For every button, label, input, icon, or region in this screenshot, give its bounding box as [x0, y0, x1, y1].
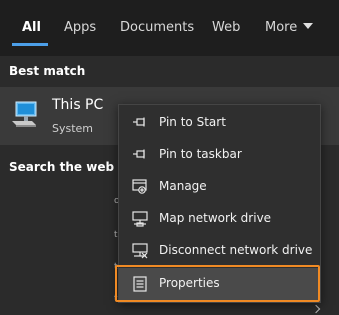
chevron-down-icon — [303, 23, 314, 29]
pin-icon — [131, 146, 149, 164]
tab-web[interactable]: Web — [212, 20, 240, 35]
context-menu: Pin to Start Pin to taskbar Manage Map n… — [118, 104, 321, 303]
web-suggestion-fragment: t — [114, 294, 118, 304]
menu-item-label: Pin to taskbar — [159, 147, 242, 161]
web-suggestion-fragment: t — [114, 262, 118, 272]
search-filter-tabbar: All Apps Documents Web More — [0, 0, 339, 56]
tab-more-label: More — [265, 20, 298, 35]
active-tab-indicator — [12, 43, 48, 46]
search-web-heading: Search the web — [9, 160, 115, 174]
menu-item-pin-to-taskbar[interactable]: Pin to taskbar — [119, 139, 320, 171]
computer-icon — [10, 101, 40, 133]
menu-item-manage[interactable]: Manage — [119, 171, 320, 203]
result-title: This PC — [52, 97, 104, 113]
menu-item-disconnect-network-drive[interactable]: Disconnect network drive — [119, 235, 320, 267]
menu-item-pin-to-start[interactable]: Pin to Start — [119, 107, 320, 139]
menu-item-label: Properties — [159, 276, 220, 290]
pin-icon — [131, 114, 149, 132]
tab-more[interactable]: More — [265, 20, 314, 35]
network-drive-disconnect-icon — [131, 242, 149, 260]
manage-icon — [131, 178, 149, 196]
web-suggestion-fragment: t — [114, 230, 118, 240]
menu-item-map-network-drive[interactable]: Map network drive — [119, 203, 320, 235]
network-drive-icon — [131, 210, 149, 228]
result-subtitle: System — [52, 122, 94, 135]
menu-item-label: Manage — [159, 179, 207, 193]
properties-icon — [131, 275, 149, 293]
menu-item-properties[interactable]: Properties — [119, 268, 320, 300]
tab-all[interactable]: All — [22, 20, 41, 35]
tab-documents[interactable]: Documents — [120, 20, 194, 35]
tab-apps[interactable]: Apps — [64, 20, 96, 35]
menu-item-label: Pin to Start — [159, 115, 226, 129]
menu-item-label: Disconnect network drive — [159, 243, 313, 257]
menu-item-label: Map network drive — [159, 211, 272, 225]
best-match-heading: Best match — [9, 64, 86, 78]
